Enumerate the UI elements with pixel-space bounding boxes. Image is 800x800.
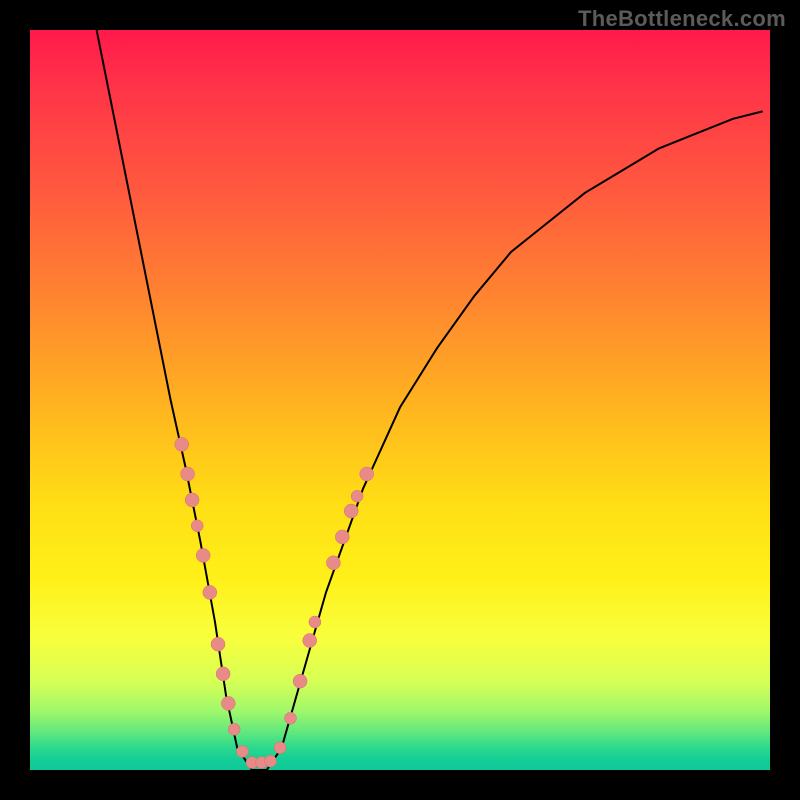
data-marker [344,504,358,518]
data-marker [293,674,307,688]
data-marker [274,742,286,754]
data-marker [185,493,199,507]
chart-stage: TheBottleneck.com [0,0,800,800]
data-marker [309,616,321,628]
data-marker [203,585,217,599]
attribution-label: TheBottleneck.com [578,6,786,32]
curve-svg [30,30,770,770]
data-marker [196,548,210,562]
data-marker [175,437,189,451]
data-marker [181,467,195,481]
data-marker [228,723,240,735]
data-marker [221,696,235,710]
data-marker [360,467,374,481]
data-marker [265,755,277,767]
data-marker [326,556,340,570]
data-marker [351,490,363,502]
plot-area [30,30,770,770]
marker-group [175,437,374,768]
data-marker [285,712,297,724]
data-marker [303,634,317,648]
data-marker [191,520,203,532]
data-marker [335,530,349,544]
data-marker [236,746,248,758]
data-marker [211,637,225,651]
bottleneck-curve [97,30,763,770]
data-marker [216,667,230,681]
